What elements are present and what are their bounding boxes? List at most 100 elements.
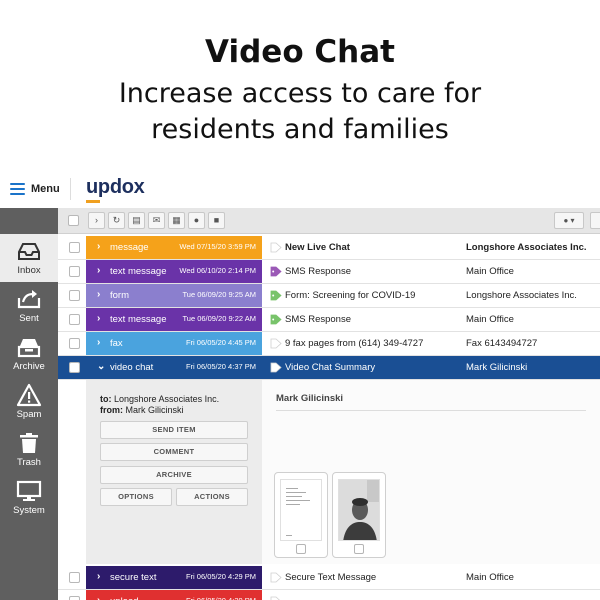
tag-icon[interactable]: [270, 362, 282, 373]
chevron-right-icon[interactable]: ›: [97, 289, 100, 300]
chat-bubble-icon: ●: [193, 215, 200, 225]
message-subject: Form: Screening for COVID-19: [285, 290, 416, 301]
message-sender: Main Office: [466, 314, 514, 325]
tag-icon[interactable]: [270, 596, 282, 600]
detail-to: to: Longshore Associates Inc.: [100, 394, 219, 404]
attachment-checkbox[interactable]: [354, 544, 364, 554]
row-checkbox[interactable]: [69, 266, 80, 277]
row-checkbox[interactable]: [69, 242, 80, 253]
warning-icon: [16, 383, 42, 407]
message-subject: Secure Text Message: [285, 572, 377, 583]
header-divider: [70, 178, 71, 200]
attachment-checkbox[interactable]: [296, 544, 306, 554]
message-type-badge: › form Tue 06/09/20 9:25 AM: [86, 284, 262, 307]
chevron-down-icon[interactable]: ⌄: [97, 361, 105, 372]
sent-icon: [17, 290, 41, 309]
message-row[interactable]: › upload Fri 06/05/20 4:29 PM: [58, 590, 600, 600]
attachment-document-thumbnail[interactable]: [274, 472, 328, 558]
message-subject: Video Chat Summary: [285, 362, 376, 373]
detail-sender-name: Mark Gilicinski: [276, 393, 344, 404]
from-value: Mark Gilicinski: [125, 405, 184, 415]
chat-button[interactable]: ●: [188, 212, 205, 229]
message-type: message: [110, 242, 149, 253]
message-subject: SMS Response: [285, 266, 352, 277]
row-checkbox[interactable]: [69, 596, 80, 600]
message-row[interactable]: › secure text Fri 06/05/20 4:29 PM Secure T…: [58, 566, 600, 590]
sidebar-label-archive: Archive: [13, 361, 45, 372]
chevron-right-icon[interactable]: ›: [97, 571, 100, 582]
row-checkbox[interactable]: [69, 572, 80, 583]
message-sender: Main Office: [466, 266, 514, 277]
document-preview: [280, 479, 322, 541]
message-row[interactable]: › form Tue 06/09/20 9:25 AM Form: Screening…: [58, 284, 600, 308]
chevron-right-icon[interactable]: ›: [97, 265, 100, 276]
message-type: upload: [110, 596, 139, 600]
monitor-icon: [16, 480, 42, 501]
compose-button[interactable]: ▦: [168, 212, 185, 229]
message-row[interactable]: ⌄ video chat Fri 06/05/20 4:37 PM Video Cha…: [58, 356, 600, 380]
tag-icon[interactable]: [270, 572, 282, 583]
actions-button[interactable]: ACTIONS: [176, 488, 248, 506]
video-button[interactable]: ■: [208, 212, 225, 229]
refresh-button[interactable]: ↻: [108, 212, 125, 229]
select-all-checkbox[interactable]: [68, 215, 79, 226]
inbox-icon: [18, 243, 40, 260]
message-row[interactable]: › text message Wed 06/10/20 2:14 PM SMS Res…: [58, 260, 600, 284]
envelope-icon: ✉: [152, 215, 161, 225]
row-checkbox[interactable]: [69, 338, 80, 349]
refresh-icon: ↻: [112, 215, 121, 225]
message-sender: Mark Gilicinski: [466, 362, 528, 373]
trash-icon: [20, 433, 38, 453]
message-subject: SMS Response: [285, 314, 352, 325]
email-button[interactable]: ✉: [148, 212, 165, 229]
sidebar-item-system[interactable]: System: [0, 474, 58, 522]
settings-dropdown[interactable]: ● ▾: [554, 212, 584, 229]
updox-logo[interactable]: updox: [86, 176, 145, 199]
sidebar-label-spam: Spam: [16, 409, 42, 420]
expand-button[interactable]: ›: [88, 212, 105, 229]
hero-subtitle: Increase access to care for residents an…: [0, 76, 600, 148]
message-date: Fri 06/05/20 4:37 PM: [185, 362, 256, 371]
print-icon: ▤: [132, 215, 141, 225]
sidebar-label-sent: Sent: [19, 313, 39, 324]
message-row[interactable]: › text message Tue 06/09/20 9:22 AM SMS Res…: [58, 308, 600, 332]
app-header: Menu updox: [0, 170, 600, 208]
chevron-right-icon[interactable]: ›: [97, 595, 100, 600]
menu-button[interactable]: Menu: [10, 180, 60, 198]
comment-button[interactable]: COMMENT: [100, 443, 248, 461]
row-checkbox[interactable]: [69, 290, 80, 301]
message-detail-panel: to: Longshore Associates Inc. from: Mark…: [86, 380, 600, 564]
sidebar-item-sent[interactable]: Sent: [0, 282, 58, 330]
message-row[interactable]: › message Wed 07/15/20 3:59 PM New Live Cha…: [58, 236, 600, 260]
tag-icon[interactable]: [270, 314, 282, 325]
attachment-photo-thumbnail[interactable]: [332, 472, 386, 558]
message-row[interactable]: › fax Fri 06/05/20 4:45 PM 9 fax pages from…: [58, 332, 600, 356]
message-date: Fri 06/05/20 4:29 PM: [185, 572, 256, 581]
options-button[interactable]: OPTIONS: [100, 488, 172, 506]
sidebar-item-archive[interactable]: Archive: [0, 330, 58, 378]
chevron-right-icon[interactable]: ›: [97, 337, 100, 348]
tag-icon[interactable]: [270, 338, 282, 349]
message-sender: Longshore Associates Inc.: [466, 290, 577, 301]
sidebar-label-inbox: Inbox: [17, 265, 41, 276]
print-button[interactable]: ▤: [128, 212, 145, 229]
sidebar-item-spam[interactable]: Spam: [0, 378, 58, 426]
more-button[interactable]: [590, 212, 600, 229]
detail-divider: [276, 410, 586, 411]
chevron-right-icon[interactable]: ›: [97, 313, 100, 324]
tag-icon[interactable]: [270, 242, 282, 253]
hamburger-icon: [10, 183, 25, 195]
message-type: form: [110, 290, 129, 301]
sidebar-item-trash[interactable]: Trash: [0, 426, 58, 474]
tag-icon[interactable]: [270, 266, 282, 277]
sidebar-label-system: System: [13, 505, 45, 516]
row-checkbox[interactable]: [69, 314, 80, 325]
chevron-right-icon[interactable]: ›: [97, 241, 100, 252]
sidebar-item-inbox[interactable]: Inbox: [0, 234, 58, 282]
from-label: from:: [100, 405, 123, 415]
archive-button[interactable]: ARCHIVE: [100, 466, 248, 484]
tag-icon[interactable]: [270, 290, 282, 301]
row-checkbox[interactable]: [69, 362, 80, 373]
send-item-button[interactable]: SEND ITEM: [100, 421, 248, 439]
inbox-toolbar: › ↻ ▤ ✉ ▦ ● ■ ● ▾: [58, 208, 600, 234]
